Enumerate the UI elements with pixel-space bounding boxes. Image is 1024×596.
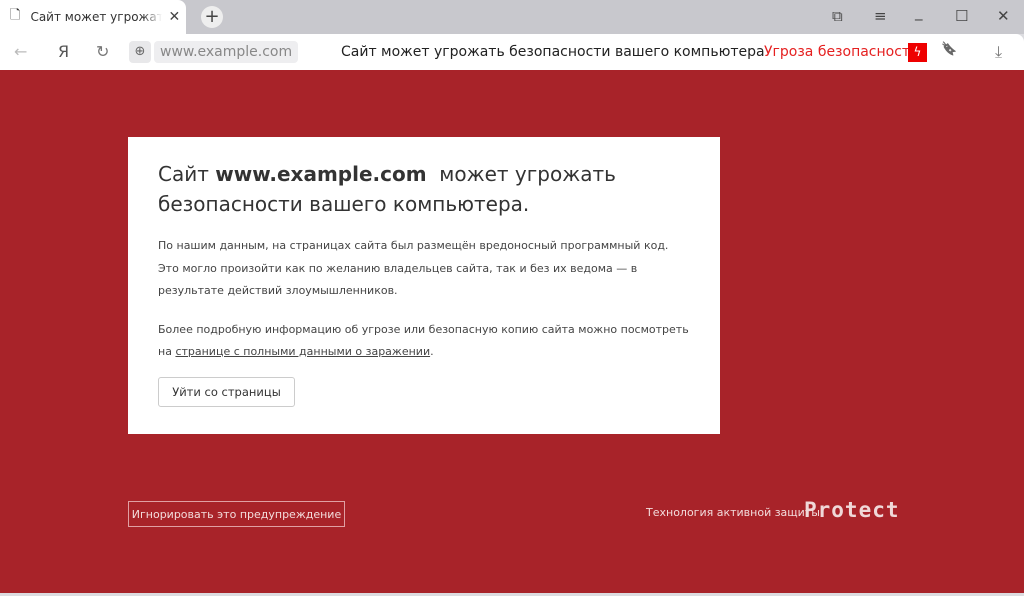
- warning-description: По нашим данным, на страницах сайта был …: [158, 239, 669, 297]
- reload-icon[interactable]: ↻: [96, 42, 109, 61]
- toolbar: ← Я ↻ ⊕ www.example.com Сайт может угрож…: [0, 34, 1024, 70]
- page-title: Сайт может угрожать безопасности вашего …: [341, 44, 765, 60]
- ignore-warning-button[interactable]: Игнорировать это предупреждение: [128, 501, 345, 527]
- minimize-icon[interactable]: _: [915, 3, 923, 21]
- title-prefix: Сайт: [158, 162, 216, 186]
- download-icon[interactable]: ⤓: [995, 42, 1002, 62]
- globe-icon: ⊕: [129, 41, 151, 63]
- more-info-text: Более подробную информацию об угрозе или…: [158, 319, 690, 364]
- maximize-icon[interactable]: ☐: [955, 7, 968, 25]
- protect-logo: Protect: [804, 498, 900, 522]
- url-text[interactable]: www.example.com: [154, 41, 299, 63]
- page-icon: 🗋: [10, 8, 21, 23]
- security-threat-label[interactable]: Угроза безопасности: [764, 44, 919, 60]
- tab-active[interactable]: 🗋 Сайт может угрожать безопасности вашег…: [0, 0, 186, 34]
- protect-bolt-icon[interactable]: ϟ: [908, 43, 927, 62]
- yandex-icon[interactable]: Я: [58, 42, 69, 61]
- bookmark-icon[interactable]: 🔖: [941, 42, 957, 57]
- new-tab-button[interactable]: +: [201, 6, 223, 28]
- protection-tech-label: Технология активной защиты: [646, 506, 820, 519]
- tab-title: Сайт может угрожать безопасности вашего …: [30, 10, 163, 24]
- more-info-suffix: .: [430, 345, 434, 358]
- infection-details-link[interactable]: странице с полными данными о заражении: [175, 345, 430, 358]
- warning-title: Сайт www.example.com может угрожать безо…: [158, 159, 690, 219]
- back-icon[interactable]: ←: [14, 42, 27, 61]
- tab-close-icon[interactable]: ✕: [168, 9, 180, 25]
- menu-icon[interactable]: ≡: [874, 7, 887, 25]
- warning-page: Сайт www.example.com может угрожать безо…: [0, 70, 1024, 593]
- title-domain: www.example.com: [215, 162, 427, 186]
- address-bar[interactable]: ⊕ www.example.com: [129, 41, 299, 63]
- bookmarks-panel-icon[interactable]: ⧉: [832, 7, 843, 25]
- window-close-icon[interactable]: ✕: [997, 7, 1010, 25]
- warning-card: Сайт www.example.com может угрожать безо…: [128, 137, 720, 434]
- tab-bar: 🗋 Сайт может угрожать безопасности вашег…: [0, 0, 1024, 34]
- leave-page-button[interactable]: Уйти со страницы: [158, 376, 295, 407]
